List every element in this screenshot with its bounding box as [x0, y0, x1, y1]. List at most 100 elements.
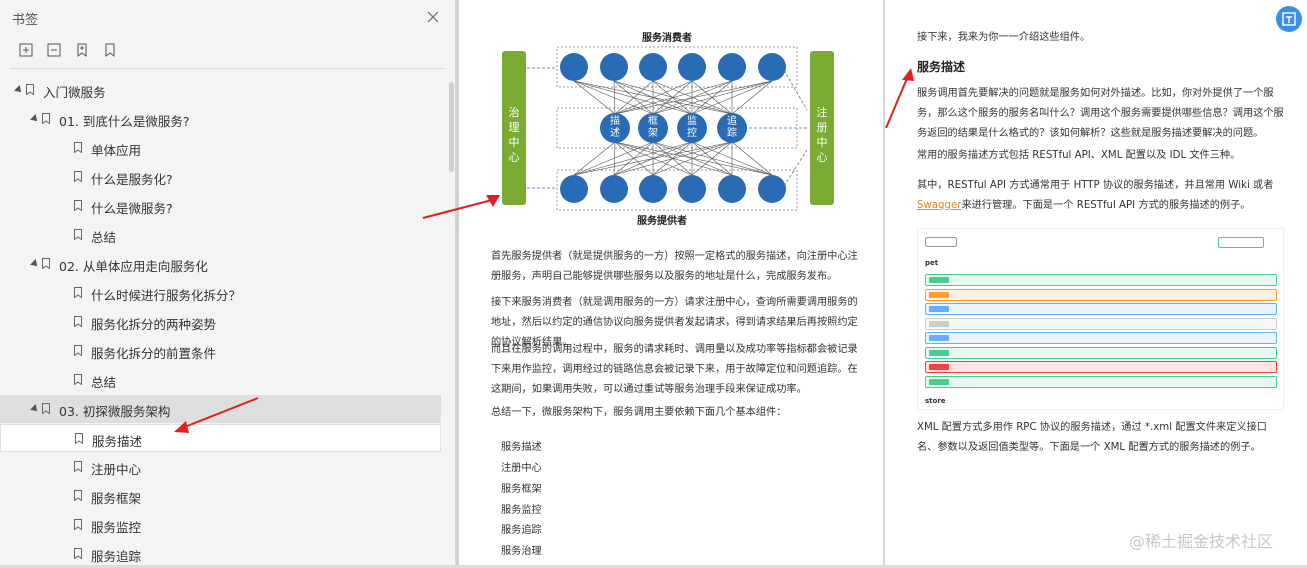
bookmark-label: 总结 [91, 230, 117, 245]
provider-node [758, 175, 786, 203]
close-icon[interactable] [425, 9, 441, 25]
endpoint-row [925, 375, 1277, 388]
bookmark-item[interactable]: 01. 到底什么是微服务? [0, 105, 441, 133]
bookmark-label: 服务监控 [91, 520, 142, 535]
expand-toggle-icon[interactable] [30, 114, 40, 124]
bookmark-icon [74, 519, 82, 530]
bookmark-label: 02. 从单体应用走向服务化 [59, 259, 208, 274]
consumer-node [718, 53, 746, 81]
expand-toggle-icon[interactable] [14, 85, 24, 95]
component-label: 描 [610, 114, 620, 127]
bookmark-item[interactable]: 总结 [0, 366, 441, 394]
bookmark-item[interactable]: 注册中心 [0, 453, 441, 481]
list-item: 服务监控 [501, 505, 542, 516]
bookmark-item[interactable]: 服务描述 [0, 424, 441, 452]
bookmark-icon [74, 287, 82, 298]
bookmark-label: 什么时候进行服务化拆分？ [91, 288, 242, 303]
translate-icon [1282, 12, 1296, 26]
bookmark-icon [74, 461, 82, 472]
method-badge [929, 364, 949, 370]
bookmark-icon [74, 490, 82, 501]
list-item: 服务描述 [501, 442, 542, 453]
bookmark-icon [74, 229, 82, 240]
bookmark-sidebar: 书签 入门微服务 01. 到底什么是微服务? 单体应用什么是服务化? 什么是微服务? 总… [0, 0, 456, 565]
scheme-select [925, 237, 957, 247]
link-line [614, 80, 773, 115]
bookmark-item[interactable]: 单体应用 [0, 134, 441, 162]
sidebar-scrollbar[interactable] [449, 82, 454, 172]
section-heading: 服务描述 [917, 60, 966, 74]
sidebar-title: 书签 [12, 13, 39, 28]
paragraph: 而且在服务的调用过程中，服务的请求耗时、调用量以及成功率等指标都会被记录下来用作… [491, 344, 858, 395]
bookmark-item[interactable]: 什么是服务化? [0, 163, 441, 191]
provider-node [560, 175, 588, 203]
bookmark-item[interactable]: 什么是微服务? [0, 192, 441, 220]
bookmark-label: 什么是微服务? [91, 201, 173, 216]
endpoint-row [925, 317, 1277, 330]
component-label: 追 [727, 114, 737, 127]
bookmark-item[interactable]: 服务监控 [0, 511, 441, 539]
consumer-node [560, 53, 588, 81]
architecture-diagram: 服务消费者服务提供者 治理中心 注册中心 描述 框架 监控 追踪 [502, 31, 834, 227]
bookmark-item[interactable]: 服务化拆分的前置条件 [0, 337, 441, 365]
registry-char: 心 [817, 151, 828, 164]
expand-all-icon[interactable] [18, 42, 34, 58]
method-badge [929, 378, 949, 385]
registry-char: 册 [817, 121, 828, 134]
provider-node [639, 175, 667, 203]
add-bookmark-icon[interactable] [74, 42, 90, 58]
bookmark-icon [42, 258, 50, 269]
paragraph: 接下来，我来为你一一介绍这些组件。 [917, 32, 1091, 43]
bookmark-item[interactable]: 02. 从单体应用走向服务化 [0, 250, 441, 278]
bookmark-label: 01. 到底什么是微服务? [59, 114, 190, 129]
bookmark-icon [26, 84, 34, 95]
watermark: @稀土掘金技术社区 [1129, 532, 1274, 551]
component-label: 踪 [727, 126, 737, 139]
bookmark-label: 总结 [91, 375, 117, 390]
swagger-link[interactable]: Swagger [917, 200, 961, 211]
governance-char: 治 [509, 105, 520, 119]
component-label: 控 [687, 126, 697, 139]
bookmark-item[interactable]: 服务化拆分的两种姿势 [0, 308, 441, 336]
bookmark-item[interactable]: 入门微服务 [0, 76, 441, 104]
bookmark-icon [74, 200, 82, 211]
link-line [573, 80, 654, 115]
bookmark-label: 服务化拆分的两种姿势 [91, 317, 217, 332]
bookmark-label: 服务框架 [91, 491, 142, 506]
bookmark-label: 什么是服务化? [91, 172, 173, 187]
bookmark-icon [74, 171, 82, 182]
paragraph: 服务调用首先要解决的问题就是服务如何对外描述。比如，你对外提供了一个服务，那么这… [917, 88, 1284, 139]
method-badge [929, 320, 949, 327]
link-line [573, 80, 616, 115]
consumer-node [678, 53, 706, 81]
bookmark-item[interactable]: 服务追踪 [0, 540, 441, 568]
bookmark-label: 注册中心 [91, 462, 142, 477]
consumer-label: 服务消费者 [642, 31, 692, 44]
bookmark-icon[interactable] [102, 42, 118, 58]
method-badge [929, 349, 949, 356]
bookmark-icon [42, 403, 50, 414]
expand-toggle-icon[interactable] [30, 259, 40, 269]
bookmark-item[interactable]: 什么时候进行服务化拆分？ [0, 279, 441, 307]
paragraph: 常用的服务描述方式包括 RESTful API、XML 配置以及 IDL 文件三… [917, 150, 1241, 161]
floating-action-button[interactable] [1276, 6, 1302, 32]
bookmark-item[interactable]: 03. 初探微服务架构 [0, 395, 441, 423]
method-badge [929, 277, 949, 283]
endpoint-row [925, 274, 1277, 286]
component-label: 架 [648, 127, 658, 139]
list-item: 服务框架 [501, 484, 542, 495]
list-item: 服务追踪 [501, 525, 542, 536]
bookmark-icon [74, 345, 82, 356]
link-line [731, 80, 773, 115]
bookmark-item[interactable]: 服务框架 [0, 482, 441, 510]
component-label: 述 [610, 127, 620, 139]
collapse-all-icon[interactable] [46, 42, 62, 58]
component-label: 框 [648, 114, 658, 127]
bookmark-item[interactable]: 总结 [0, 221, 441, 249]
provider-node [600, 175, 628, 203]
endpoint-row [925, 332, 1277, 344]
sidebar-divider [10, 68, 445, 69]
method-badge [929, 306, 949, 312]
expand-toggle-icon[interactable] [30, 404, 40, 414]
registry-char: 中 [817, 136, 828, 149]
